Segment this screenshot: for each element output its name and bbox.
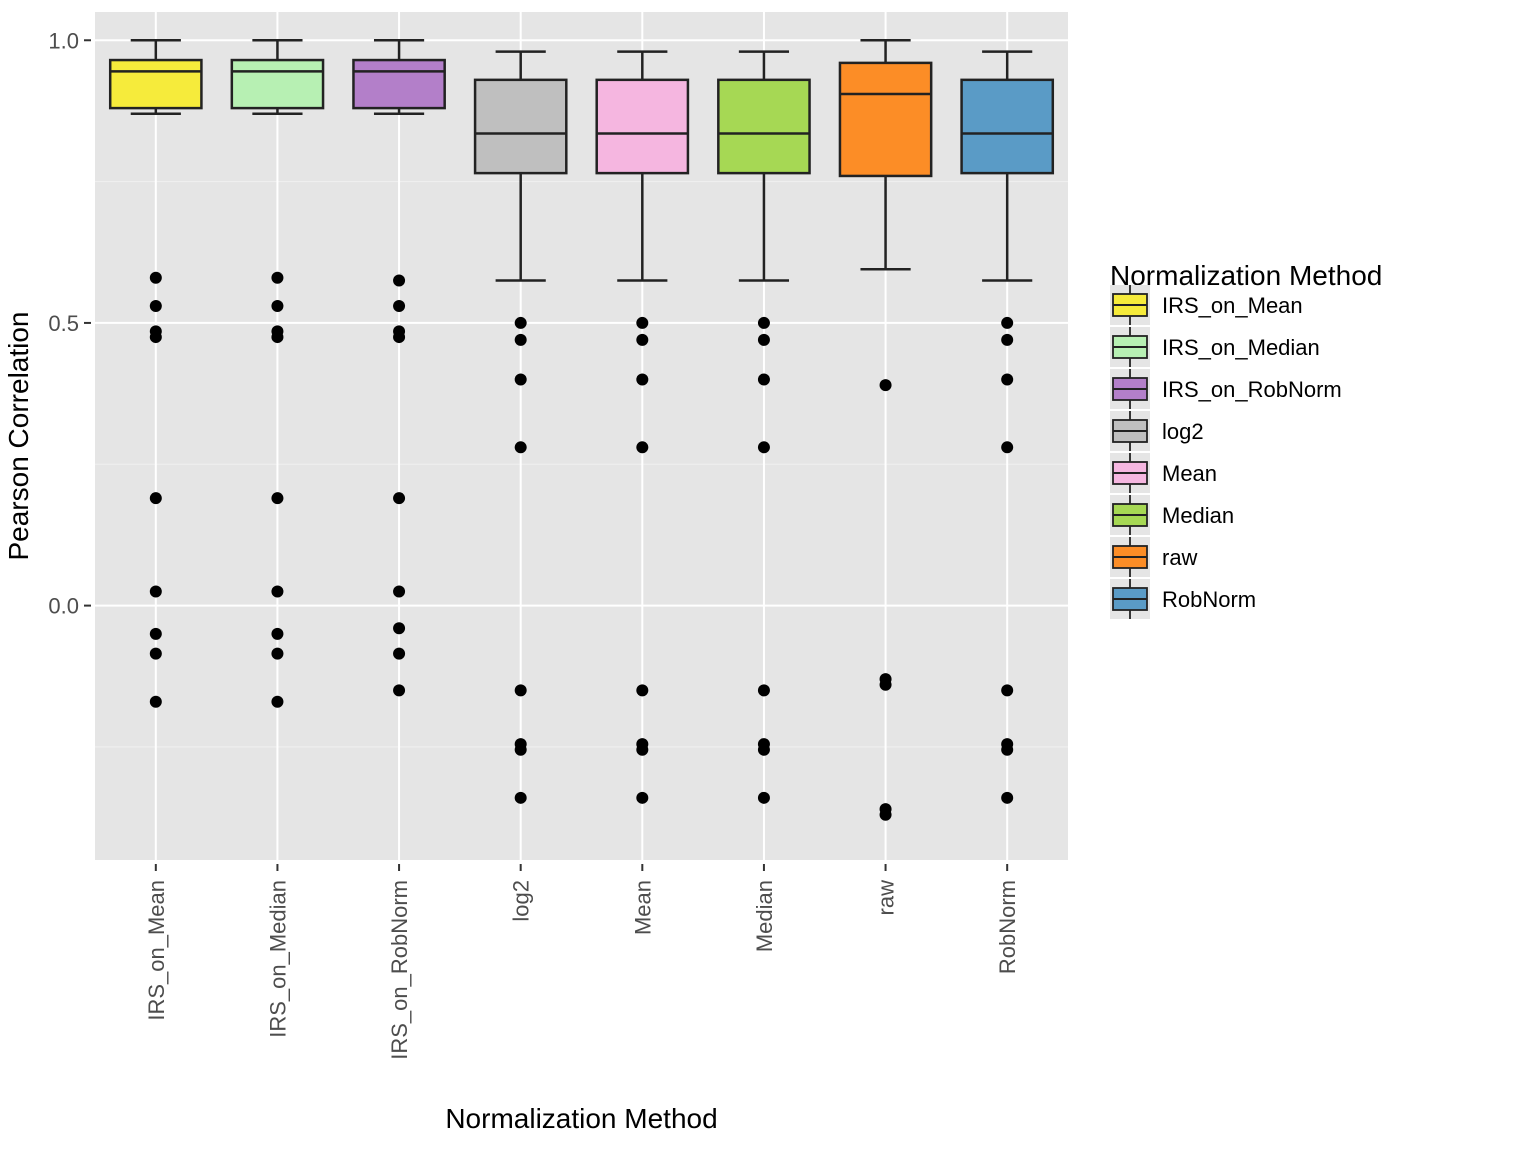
outlier-point xyxy=(515,684,527,696)
outlier-point xyxy=(393,331,405,343)
x-tick-label: Median xyxy=(752,880,777,952)
y-tick-label: 0.0 xyxy=(48,594,79,619)
outlier-point xyxy=(758,744,770,756)
y-axis-title: Pearson Correlation xyxy=(3,311,34,560)
outlier-point xyxy=(150,492,162,504)
legend-label: raw xyxy=(1162,545,1198,570)
outlier-point xyxy=(880,809,892,821)
x-tick-label: IRS_on_RobNorm xyxy=(387,880,412,1060)
outlier-point xyxy=(1001,792,1013,804)
legend-label: IRS_on_Median xyxy=(1162,335,1320,360)
outlier-point xyxy=(636,684,648,696)
outlier-point xyxy=(271,300,283,312)
outlier-point xyxy=(393,648,405,660)
legend-label: RobNorm xyxy=(1162,587,1256,612)
x-tick-label: IRS_on_Median xyxy=(265,880,290,1038)
legend-item-Mean: Mean xyxy=(1110,453,1217,493)
legend-label: Median xyxy=(1162,503,1234,528)
outlier-point xyxy=(515,441,527,453)
outlier-point xyxy=(758,684,770,696)
outlier-point xyxy=(271,628,283,640)
outlier-point xyxy=(393,492,405,504)
outlier-point xyxy=(636,317,648,329)
legend-item-IRS_on_Median: IRS_on_Median xyxy=(1110,327,1320,367)
outlier-point xyxy=(515,373,527,385)
outlier-point xyxy=(393,684,405,696)
outlier-point xyxy=(758,334,770,346)
outlier-point xyxy=(150,585,162,597)
x-axis-title: Normalization Method xyxy=(445,1103,717,1134)
outlier-point xyxy=(1001,334,1013,346)
outlier-point xyxy=(271,696,283,708)
legend-item-IRS_on_Mean: IRS_on_Mean xyxy=(1110,285,1303,325)
outlier-point xyxy=(393,275,405,287)
outlier-point xyxy=(150,648,162,660)
outlier-point xyxy=(880,379,892,391)
outlier-point xyxy=(515,792,527,804)
legend-label: IRS_on_Mean xyxy=(1162,293,1303,318)
outlier-point xyxy=(515,317,527,329)
outlier-point xyxy=(636,373,648,385)
outlier-point xyxy=(636,334,648,346)
x-tick-label: raw xyxy=(874,880,899,916)
outlier-point xyxy=(1001,684,1013,696)
outlier-point xyxy=(393,300,405,312)
outlier-point xyxy=(271,331,283,343)
legend-item-log2: log2 xyxy=(1110,411,1204,451)
outlier-point xyxy=(636,792,648,804)
outlier-point xyxy=(150,696,162,708)
legend-item-raw: raw xyxy=(1110,537,1198,577)
y-tick-label: 1.0 xyxy=(48,28,79,53)
outlier-point xyxy=(393,622,405,634)
outlier-point xyxy=(1001,744,1013,756)
x-tick-label: log2 xyxy=(509,880,534,922)
outlier-point xyxy=(150,272,162,284)
outlier-point xyxy=(758,373,770,385)
outlier-point xyxy=(271,272,283,284)
legend-label: log2 xyxy=(1162,419,1204,444)
y-tick-label: 0.5 xyxy=(48,311,79,336)
x-tick-label: IRS_on_Mean xyxy=(144,880,169,1021)
outlier-point xyxy=(636,744,648,756)
outlier-point xyxy=(271,648,283,660)
x-tick-label: Mean xyxy=(630,880,655,935)
outlier-point xyxy=(515,334,527,346)
outlier-point xyxy=(1001,317,1013,329)
legend-label: Mean xyxy=(1162,461,1217,486)
outlier-point xyxy=(393,585,405,597)
outlier-point xyxy=(271,492,283,504)
x-tick-label: RobNorm xyxy=(995,880,1020,974)
outlier-point xyxy=(150,628,162,640)
outlier-point xyxy=(515,744,527,756)
outlier-point xyxy=(150,300,162,312)
outlier-point xyxy=(758,792,770,804)
outlier-point xyxy=(636,441,648,453)
outlier-point xyxy=(271,585,283,597)
legend-item-IRS_on_RobNorm: IRS_on_RobNorm xyxy=(1110,369,1342,409)
outlier-point xyxy=(1001,441,1013,453)
legend-item-RobNorm: RobNorm xyxy=(1110,579,1256,619)
boxplot-chart: 0.0 0.5 1.0 IRS_on_Mean IRS_on_Median IRS_on_… xyxy=(0,0,1536,1152)
outlier-point xyxy=(1001,373,1013,385)
legend-item-Median: Median xyxy=(1110,495,1234,535)
outlier-point xyxy=(880,679,892,691)
outlier-point xyxy=(758,441,770,453)
outlier-point xyxy=(758,317,770,329)
legend-label: IRS_on_RobNorm xyxy=(1162,377,1342,402)
outlier-point xyxy=(150,331,162,343)
legend-title: Normalization Method xyxy=(1110,260,1382,291)
